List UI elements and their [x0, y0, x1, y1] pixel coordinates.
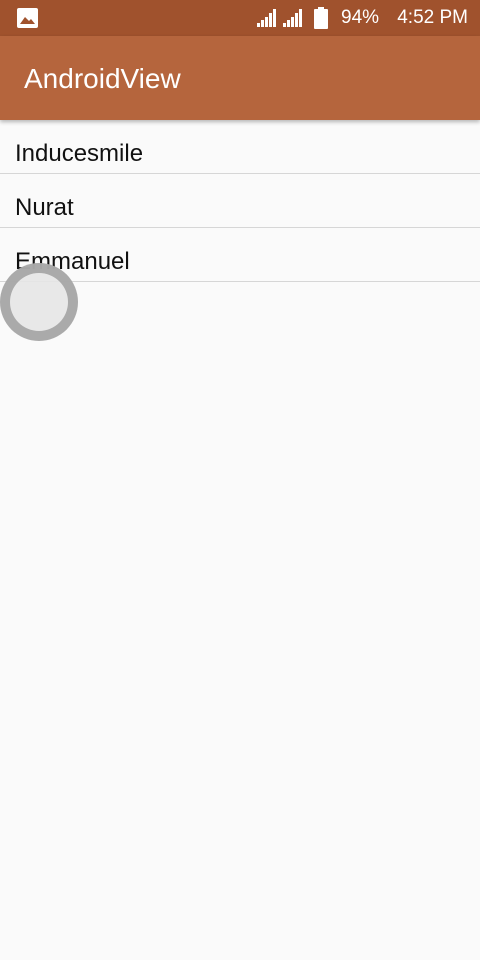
battery-percent: 94%	[341, 7, 380, 28]
list-item[interactable]: Nurat	[0, 174, 480, 228]
signal-icon	[283, 9, 305, 27]
list-item[interactable]: Emmanuel	[0, 228, 480, 282]
app-title: AndroidView	[24, 63, 181, 94]
list-item-label: Nurat	[15, 194, 74, 221]
touch-indicator	[0, 263, 78, 341]
status-bar: 94% 4:52 PM	[0, 0, 480, 36]
status-clock: 4:52 PM	[397, 7, 468, 28]
signal-icon	[257, 9, 279, 27]
list-view: Inducesmile Nurat Emmanuel	[0, 120, 480, 282]
gallery-icon	[17, 8, 38, 28]
battery-icon	[314, 7, 328, 29]
app-bar: AndroidView	[0, 36, 480, 120]
list-item[interactable]: Inducesmile	[0, 120, 480, 174]
list-item-label: Inducesmile	[15, 140, 144, 167]
